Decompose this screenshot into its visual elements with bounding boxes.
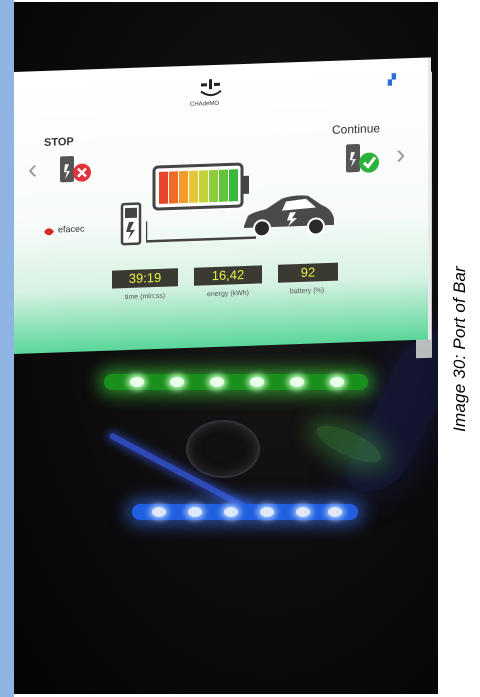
continue-label: Continue	[332, 121, 381, 137]
battery-icon	[152, 162, 249, 211]
led	[224, 507, 238, 517]
led	[328, 507, 342, 517]
led	[290, 377, 304, 387]
arrow-right-icon[interactable]: ›	[396, 138, 405, 170]
stop-label: STOP	[44, 135, 74, 149]
led	[296, 507, 310, 517]
led	[260, 507, 274, 517]
led	[330, 377, 344, 387]
time-label: time (min:ss)	[124, 292, 166, 302]
caption: Image 30: Port of Bar	[440, 0, 480, 697]
led	[250, 377, 264, 387]
side-stripe	[0, 0, 14, 697]
continue-icon[interactable]	[342, 141, 382, 176]
charger-icon	[120, 202, 142, 246]
brand-mark-icon: ▞	[388, 74, 396, 86]
efacec-label: efacec	[58, 223, 85, 235]
led	[210, 377, 224, 387]
chademo-icon	[200, 79, 222, 97]
led	[188, 507, 202, 517]
caption-text: Image 30: Port of Bar	[450, 265, 470, 432]
arrow-left-icon[interactable]: ‹	[28, 153, 37, 185]
battery-label: battery (%)	[289, 287, 325, 296]
car-icon	[244, 195, 334, 238]
charger-photo: CHAdeMO ▞ STOP ‹ Continue › efacec 39:19…	[14, 2, 438, 694]
battery-readout: 92	[278, 262, 338, 283]
stop-icon[interactable]	[58, 153, 94, 186]
time-readout: 39:19	[112, 268, 178, 289]
energy-label: energy (kWh)	[206, 289, 249, 299]
connector-holster	[186, 420, 260, 478]
chademo-label: CHAdeMO	[190, 100, 220, 108]
energy-readout: 16,42	[194, 265, 262, 286]
charger-screen: CHAdeMO ▞ STOP ‹ Continue › efacec 39:19…	[14, 57, 431, 354]
blue-led-strip	[132, 504, 358, 520]
green-led-strip	[104, 374, 368, 390]
led	[152, 507, 166, 517]
led	[170, 377, 184, 387]
led	[130, 377, 144, 387]
